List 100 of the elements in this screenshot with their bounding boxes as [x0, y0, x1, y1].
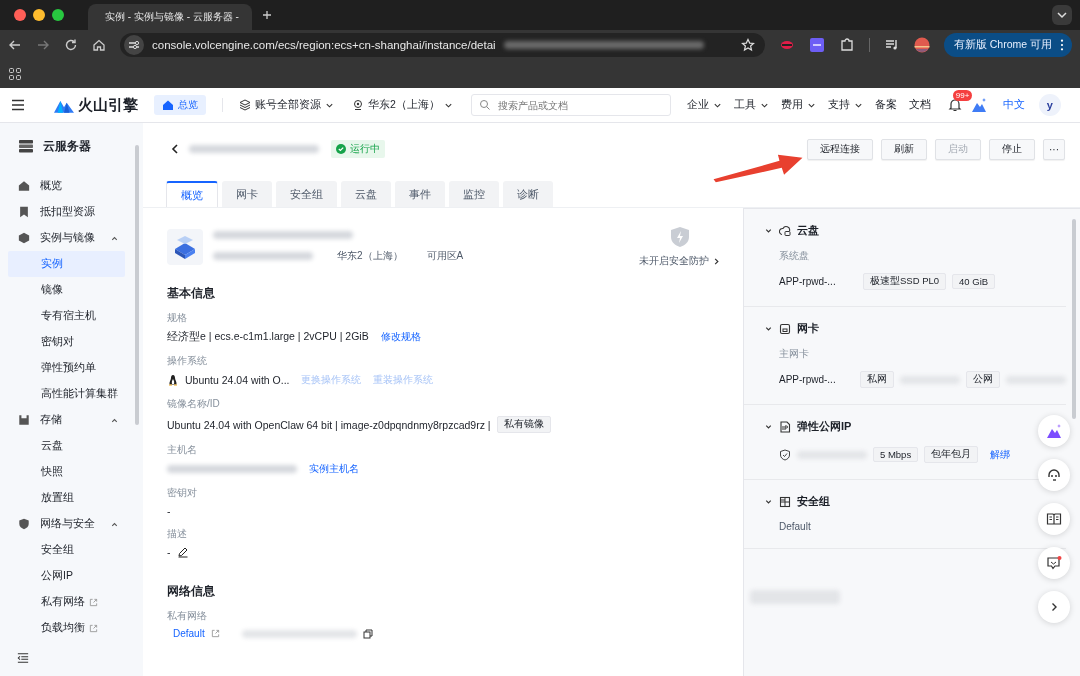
- nav-menu[interactable]: 费用: [780, 98, 816, 112]
- browser-tab[interactable]: 实例 - 实例与镜像 - 云服务器 -: [88, 4, 252, 30]
- zoom-window-icon[interactable]: [52, 9, 64, 21]
- region-dropdown[interactable]: 华东2（上海）: [352, 98, 453, 112]
- bell-icon[interactable]: [946, 97, 963, 113]
- nav-menu[interactable]: 文档: [908, 98, 931, 112]
- chevron-icon[interactable]: [764, 422, 773, 431]
- new-tab-icon[interactable]: [262, 10, 272, 20]
- panel-title: 云盘: [797, 223, 819, 238]
- region-text: 华东2（上海）: [337, 249, 403, 263]
- tab[interactable]: 网卡: [222, 181, 272, 207]
- sidebar-item[interactable]: 镜像: [8, 277, 125, 303]
- nav-menu[interactable]: 备案: [874, 98, 897, 112]
- sidebar-item[interactable]: 公网IP: [8, 563, 125, 589]
- sidebar-item[interactable]: 安全组: [8, 537, 125, 563]
- field-link[interactable]: 实例主机名: [309, 462, 359, 476]
- nav-menu[interactable]: 工具: [733, 98, 769, 112]
- resource-tag: 包年包月: [924, 446, 979, 463]
- field-label: 描述: [167, 527, 188, 541]
- field-label: 密钥对: [167, 486, 198, 500]
- sidebar-item[interactable]: 实例: [8, 251, 125, 277]
- extension-icon[interactable]: [808, 37, 825, 53]
- shield-check-icon: [779, 448, 791, 461]
- sidebar-item[interactable]: 实例与镜像: [8, 225, 125, 251]
- tab-search-icon[interactable]: [1052, 5, 1072, 25]
- tab[interactable]: 云盘: [341, 181, 391, 207]
- sidebar-item[interactable]: 云盘: [8, 433, 125, 459]
- resource-tag: 5 Mbps: [873, 447, 919, 462]
- copy-icon[interactable]: [362, 628, 373, 639]
- action-button[interactable]: 刷新: [881, 138, 927, 160]
- field-label: 系统盘: [779, 250, 810, 263]
- tab[interactable]: 概览: [166, 181, 218, 207]
- logo-text[interactable]: 火山引擎: [78, 95, 138, 115]
- puzzle-icon[interactable]: [838, 37, 855, 53]
- vpc-link[interactable]: Default: [173, 628, 205, 639]
- sidebar-item[interactable]: 专有宿主机: [8, 303, 125, 329]
- nav-menu[interactable]: 企业: [686, 98, 722, 112]
- minimize-window-icon[interactable]: [33, 9, 45, 21]
- bookmark-icon: [18, 206, 30, 218]
- sidebar-item[interactable]: 密钥对: [8, 329, 125, 355]
- edit-icon[interactable]: [176, 546, 189, 558]
- section-title: 基本信息: [167, 286, 216, 301]
- overview-button[interactable]: 总览: [154, 95, 206, 115]
- field-label: 镜像名称/ID: [167, 397, 221, 411]
- sidebar-item[interactable]: 抵扣型资源: [8, 199, 125, 225]
- reload-icon[interactable]: [64, 38, 78, 52]
- action-button[interactable]: 远程连接: [807, 138, 873, 160]
- ip-document-icon: [779, 420, 791, 433]
- back-icon[interactable]: [169, 143, 181, 155]
- more-button[interactable]: ···: [1043, 138, 1065, 160]
- mountain-sparkle-icon[interactable]: [970, 97, 987, 113]
- zone-text: 可用区A: [426, 249, 464, 263]
- nav-menu[interactable]: 支持: [827, 98, 863, 112]
- unbind-link[interactable]: 解绑: [990, 447, 1011, 462]
- sidebar-item[interactable]: 负载均衡: [8, 615, 125, 641]
- tab[interactable]: 监控: [449, 181, 499, 207]
- chevron-right-icon[interactable]: [712, 256, 721, 266]
- sidebar-item[interactable]: 概览: [8, 173, 125, 199]
- action-button[interactable]: 停止: [989, 138, 1035, 160]
- chevron-icon[interactable]: [764, 497, 773, 506]
- chevron-icon[interactable]: [764, 324, 773, 333]
- sidebar-item[interactable]: 高性能计算集群: [8, 381, 125, 407]
- sidebar-item[interactable]: 放置组: [8, 485, 125, 511]
- menu-icon[interactable]: [10, 97, 26, 113]
- site-settings-icon[interactable]: [124, 35, 144, 55]
- back-icon[interactable]: [8, 38, 22, 52]
- forward-icon[interactable]: [36, 38, 50, 52]
- sidebar-item[interactable]: 弹性预约单: [8, 355, 125, 381]
- field-label: 主网卡: [779, 348, 810, 361]
- tab[interactable]: 事件: [395, 181, 445, 207]
- close-window-icon[interactable]: [14, 9, 26, 21]
- home-icon: [18, 180, 30, 192]
- sidebar-item[interactable]: 私有网络: [8, 589, 125, 615]
- search-field[interactable]: 搜索产品或文档: [470, 94, 671, 116]
- field-link[interactable]: 修改规格: [380, 330, 421, 344]
- tab[interactable]: 诊断: [503, 181, 553, 207]
- profile-icon[interactable]: [913, 37, 930, 53]
- collapse-sidebar-icon[interactable]: [17, 652, 29, 664]
- message-icon: [1046, 555, 1062, 571]
- address-bar[interactable]: console.volcengine.com/ecs/region:ecs+cn-shanghai/instance/detai: [120, 33, 765, 57]
- chevron-icon[interactable]: [764, 226, 773, 235]
- security-link[interactable]: 未开启安全防护: [639, 254, 709, 268]
- layers-icon: [239, 99, 251, 111]
- scope-dropdown[interactable]: 账号全部资源: [239, 98, 334, 112]
- external-link-icon: [89, 623, 98, 633]
- sidebar-item[interactable]: 网络与安全: [8, 511, 125, 537]
- home-icon[interactable]: [92, 38, 106, 52]
- field-label: 主机名: [167, 443, 198, 457]
- sidebar-item[interactable]: 快照: [8, 459, 125, 485]
- check-circle-icon: [336, 144, 346, 154]
- language-link[interactable]: 中文: [1002, 98, 1025, 112]
- apps-icon[interactable]: [8, 67, 22, 81]
- bookmark-star-icon[interactable]: [740, 38, 755, 52]
- sidebar-item[interactable]: 存储: [8, 407, 125, 433]
- tab[interactable]: 安全组: [276, 181, 337, 207]
- avatar[interactable]: y: [1038, 94, 1061, 116]
- mountain-sparkle-icon: [1046, 423, 1062, 439]
- more-icon[interactable]: [1060, 39, 1064, 51]
- update-chrome-button[interactable]: 有新版 Chrome 可用: [943, 33, 1072, 57]
- image-tag: 私有镜像: [496, 416, 551, 433]
